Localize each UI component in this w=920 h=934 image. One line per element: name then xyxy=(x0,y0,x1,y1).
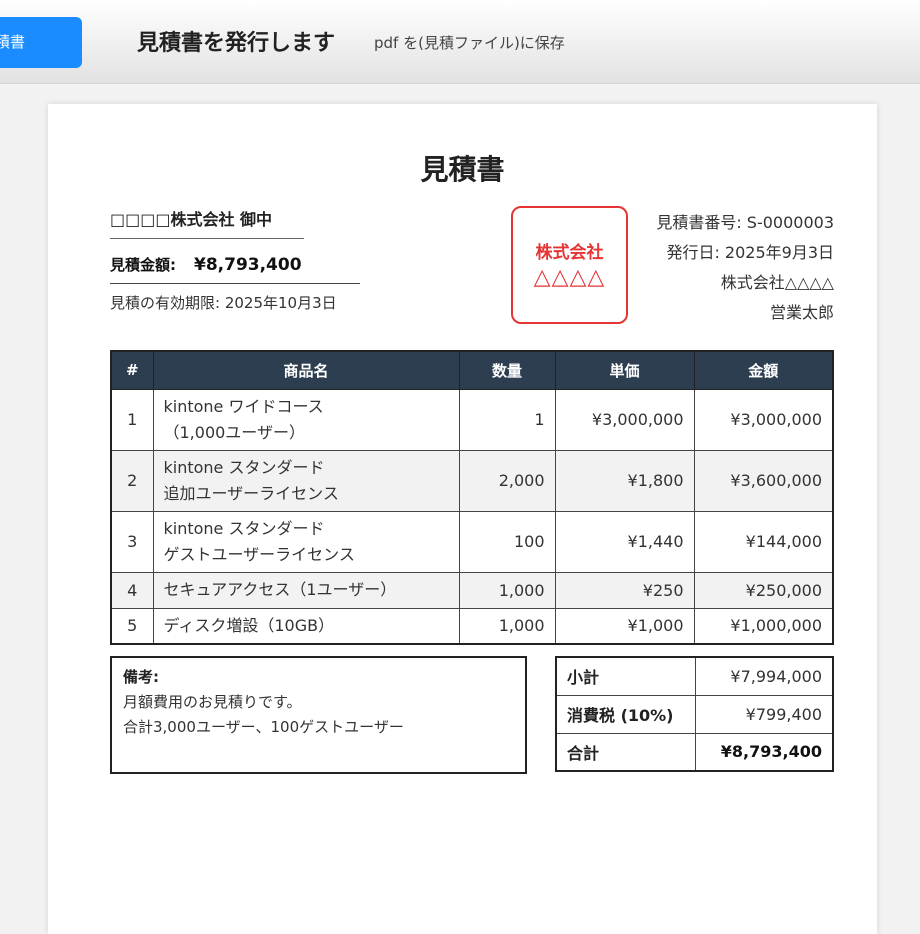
notes-line-2: 合計3,000ユーザー、100ゲストユーザー xyxy=(123,718,404,736)
row-amount: ¥250,000 xyxy=(693,571,834,609)
estimate-number: 見積書番号: S-0000003 xyxy=(656,213,834,232)
table-row: 4 セキュアアクセス（1ユーザー） 1,000 ¥250 ¥250,000 xyxy=(110,571,834,609)
table-row: 3 kintone スタンダード ゲストユーザーライセンス 100 ¥1,440 … xyxy=(110,510,834,573)
row-unit-price: ¥3,000,000 xyxy=(554,388,695,451)
row-amount: ¥3,600,000 xyxy=(693,449,834,512)
items-table: # 商品名 数量 単価 金額 1 kintone ワイドコース （1,000ユーザ… xyxy=(110,350,834,645)
row-unit-price: ¥1,000 xyxy=(554,607,695,645)
validity-date: 見積の有効期限: 2025年10月3日 xyxy=(110,294,337,312)
header-product: 商品名 xyxy=(152,350,460,390)
issuer-company: 株式会社△△△△ xyxy=(720,273,834,292)
row-product: セキュアアクセス（1ユーザー） xyxy=(152,571,460,609)
row-amount: ¥3,000,000 xyxy=(693,388,834,451)
tax-value: ¥799,400 xyxy=(694,694,834,734)
tax-label: 消費税 (10%) xyxy=(555,694,696,734)
tax-row: 消費税 (10%) ¥799,400 xyxy=(555,694,834,734)
header-unit-price: 単価 xyxy=(554,350,695,390)
document-title: 見積書 xyxy=(420,153,505,186)
header-amount: 金額 xyxy=(693,350,834,390)
row-product-line1: kintone ワイドコース xyxy=(163,396,324,416)
row-no: 2 xyxy=(110,449,154,512)
row-product-line1: ディスク増設（10GB） xyxy=(163,615,335,635)
estimate-amount-label: 見積金額: xyxy=(110,256,176,274)
toolbar-title: 見積書を発行します xyxy=(137,31,336,56)
row-product: kintone スタンダードゲストユーザーライセンス xyxy=(152,510,460,573)
row-unit-price: ¥250 xyxy=(554,571,695,609)
row-no: 3 xyxy=(110,510,154,573)
issuer-info: 見積書番号: S-0000003 発行日: 2025年9月3日 株式会社△△△△… xyxy=(656,208,834,328)
total-row: 合計 ¥8,793,400 xyxy=(555,732,834,772)
row-product: kintone スタンダード 追加ユーザーライセンス xyxy=(152,449,460,512)
total-value: ¥8,793,400 xyxy=(694,732,834,772)
issuer-person: 営業太郎 xyxy=(769,303,834,322)
table-row: 1 kintone ワイドコース （1,000ユーザー） 1 ¥3,000,000… xyxy=(110,388,834,451)
row-qty: 1,000 xyxy=(458,571,556,609)
row-product-line1: セキュアアクセス（1ユーザー） xyxy=(163,580,397,599)
client-name: □□□□株式会社 御中 xyxy=(110,206,304,239)
totals-table: 小計 ¥7,994,000 消費税 (10%) ¥799,400 合計 ¥8,7… xyxy=(555,656,834,772)
row-product-line2: 追加ユーザーライセンス xyxy=(163,483,339,503)
row-no: 1 xyxy=(110,388,154,451)
row-product-line1: kintone スタンダード xyxy=(163,518,325,538)
row-product: ディスク増設（10GB） xyxy=(152,607,460,645)
subtotal-row: 小計 ¥7,994,000 xyxy=(555,656,834,696)
subtotal-label: 小計 xyxy=(555,656,696,696)
notes-title: 備考: xyxy=(123,668,159,686)
row-qty: 2,000 xyxy=(458,449,556,512)
total-label: 合計 xyxy=(555,732,696,772)
header-no: # xyxy=(110,350,154,390)
row-product-line2: ゲストユーザーライセンス xyxy=(163,544,355,564)
notes-box: 備考: 月額費用のお見積りです。 合計3,000ユーザー、100ゲストユーザー xyxy=(110,656,527,774)
row-product-line1: kintone スタンダード xyxy=(163,457,325,477)
row-product-line2: （1,000ユーザー） xyxy=(163,422,306,442)
table-row: 5 ディスク増設（10GB） 1,000 ¥1,000 ¥1,000,000 xyxy=(110,607,834,645)
table-row: 2 kintone スタンダード 追加ユーザーライセンス 2,000 ¥1,800… xyxy=(110,449,834,512)
seal-line-2: △△△△ xyxy=(533,265,606,290)
row-unit-price: ¥1,440 xyxy=(554,510,695,573)
row-qty: 100 xyxy=(458,510,556,573)
subtotal-value: ¥7,994,000 xyxy=(694,656,834,696)
row-qty: 1 xyxy=(458,388,556,451)
items-header-row: # 商品名 数量 単価 金額 xyxy=(110,350,834,390)
estimate-amount: 見積金額: ¥8,793,400 xyxy=(110,254,360,284)
seal-line-1: 株式会社 xyxy=(535,243,604,263)
toolbar: 見積書 見積書を発行します pdf を(見積ファイル)に保存 xyxy=(0,0,920,84)
row-qty: 1,000 xyxy=(458,607,556,645)
issue-date: 発行日: 2025年9月3日 xyxy=(666,243,834,262)
row-no: 5 xyxy=(110,607,154,645)
row-amount: ¥144,000 xyxy=(693,510,834,573)
row-unit-price: ¥1,800 xyxy=(554,449,695,512)
notes-line-1: 月額費用のお見積りです。 xyxy=(123,693,302,711)
row-amount: ¥1,000,000 xyxy=(693,607,834,645)
toolbar-subtitle: pdf を(見積ファイル)に保存 xyxy=(374,34,565,52)
row-no: 4 xyxy=(110,571,154,609)
company-seal: 株式会社 △△△△ xyxy=(511,206,628,324)
header-qty: 数量 xyxy=(458,350,556,390)
row-product: kintone ワイドコース （1,000ユーザー） xyxy=(152,388,460,451)
estimate-amount-value: ¥8,793,400 xyxy=(194,255,302,275)
issue-estimate-button[interactable]: 見積書 xyxy=(0,17,82,68)
estimate-document: 見積書 □□□□株式会社 御中 見積金額: ¥8,793,400 見積の有効期限:… xyxy=(48,104,877,934)
